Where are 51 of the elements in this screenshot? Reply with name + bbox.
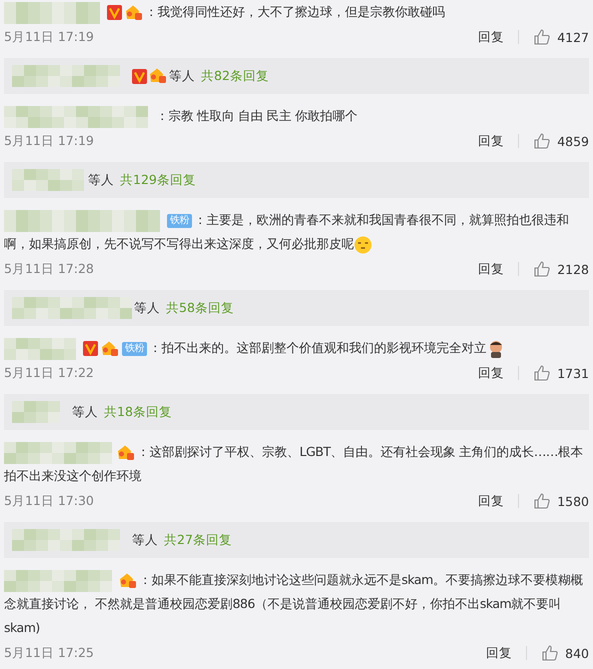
replies-summary[interactable]: 等人 共27条回复 — [4, 522, 589, 558]
fan-badge: 铁粉 — [122, 342, 147, 356]
reply-link[interactable]: 回复 — [486, 644, 512, 662]
comment-text: ：我觉得同性还好，大不了擦边球，但是宗教你敢碰吗 — [4, 0, 589, 24]
like-count: 1580 — [557, 494, 589, 508]
comment-text: 铁粉 ：主要是，欧洲的青春不来就和我国青春很不同，就算照拍也很违和啊，如果搞原创，先不说写不写得出来这深度，又何必批那皮呢 — [4, 208, 589, 256]
comment-time: 5月11日 17:28 — [4, 260, 95, 278]
like-count: 4127 — [557, 30, 589, 44]
like-count: 1731 — [557, 366, 589, 380]
reply-link[interactable]: 回复 — [478, 492, 504, 510]
replies-summary[interactable]: 等人 共129条回复 — [4, 162, 589, 198]
others-label: 等人 — [134, 300, 160, 316]
thumbs-up-icon[interactable] — [533, 260, 552, 278]
crown-icon — [119, 572, 137, 589]
comment-text: 铁粉 ：拍不出来的。这部剧整个价值观和我们的影视环境完全对立 — [4, 336, 589, 360]
thumbs-up-icon[interactable] — [533, 492, 552, 510]
reply-link[interactable]: 回复 — [478, 364, 504, 382]
comment-time: 5月11日 17:30 — [4, 492, 95, 510]
comment-time: 5月11日 17:22 — [4, 364, 95, 382]
thumbs-up-icon[interactable] — [533, 364, 552, 382]
others-label: 等人 — [132, 532, 158, 548]
comment-time: 5月11日 17:19 — [4, 132, 95, 150]
others-label: 等人 — [169, 68, 195, 84]
replies-summary[interactable]: 等人 共18条回复 — [4, 394, 589, 430]
comment-text: ：这部剧探讨了平权、宗教、LGBT、自由。还有社会现象 主角们的成长……根本拍不出来没这个创作环境 — [4, 440, 589, 488]
like-count: 4859 — [557, 134, 589, 148]
reply-link[interactable]: 回复 — [478, 132, 504, 150]
thumbs-up-icon[interactable] — [533, 132, 552, 150]
emoji-icon — [354, 236, 372, 254]
crown-icon — [117, 444, 135, 461]
others-label: 等人 — [88, 172, 114, 188]
verified-icon — [107, 5, 122, 20]
comment-time: 5月11日 17:25 — [4, 644, 95, 662]
fan-badge: 铁粉 — [167, 214, 192, 228]
like-count: 2128 — [557, 262, 589, 276]
verified-icon — [132, 68, 147, 84]
thumbs-up-icon[interactable] — [541, 644, 560, 662]
comment-text: ：宗教 性取向 自由 民主 你敢拍哪个 — [4, 104, 589, 128]
reply-link[interactable]: 回复 — [478, 260, 504, 278]
reply-link[interactable]: 回复 — [478, 28, 504, 46]
thumbs-up-icon[interactable] — [533, 28, 552, 46]
comment-text: ：如果不能直接深刻地讨论这些问题就永远不是skam。不要搞擦边球不要模糊概念就直接讨论， 不然就是普通校园恋爱剧886（不是说普通校园恋爱剧不好，你拍不出skam就不要叫skam) — [4, 568, 589, 640]
like-count: 840 — [565, 646, 589, 660]
replies-summary[interactable]: 等人 共82条回复 — [4, 58, 589, 94]
comment-time: 5月11日 17:19 — [4, 28, 95, 46]
crown-icon — [101, 340, 119, 357]
replies-summary[interactable]: 等人 共58条回复 — [4, 290, 589, 326]
others-label: 等人 — [72, 404, 98, 420]
crown-icon — [149, 68, 167, 84]
crown-icon — [125, 4, 143, 21]
verified-icon — [83, 341, 98, 356]
